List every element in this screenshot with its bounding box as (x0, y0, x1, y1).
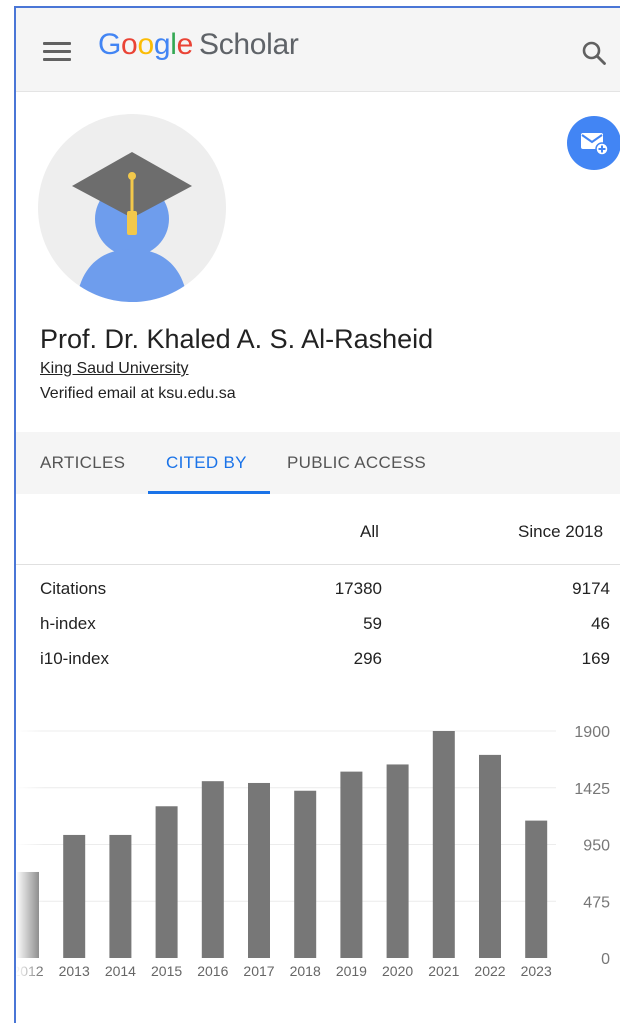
profile-tabs: ARTICLES CITED BY PUBLIC ACCESS (16, 432, 620, 494)
logo-letter: o (137, 28, 154, 61)
bar-2018[interactable] (294, 790, 317, 958)
search-icon[interactable] (581, 40, 607, 66)
affiliation-link[interactable]: King Saud University (40, 360, 189, 378)
citations-per-year-chart: 0475950142519002012201320142015201620172… (16, 708, 610, 998)
hamburger-menu-icon[interactable] (43, 42, 71, 62)
page-frame: Google Scholar Prof. Dr. Khaled A. S. Al-… (14, 6, 620, 1023)
citations-since: 9174 (572, 579, 610, 598)
logo-letter: o (121, 28, 138, 61)
bar-2023[interactable] (525, 820, 548, 958)
bar-2017[interactable] (248, 782, 270, 958)
x-tick-label: 2018 (290, 963, 321, 979)
i10-index-since: 169 (581, 649, 610, 668)
tab-public-access[interactable]: PUBLIC ACCESS (287, 453, 426, 473)
i10-index-all: 296 (353, 649, 382, 668)
x-tick-label: 2019 (336, 963, 367, 979)
bar-2016[interactable] (201, 781, 224, 958)
y-tick-label: 475 (583, 894, 610, 911)
row-label-h-index: h-index (40, 614, 96, 633)
logo-suffix: Scholar (198, 28, 299, 61)
y-tick-label: 950 (583, 838, 610, 855)
scroll-fade-overlay (16, 708, 44, 998)
table-divider (16, 564, 620, 565)
follow-button[interactable] (567, 116, 620, 170)
bar-2020[interactable] (386, 764, 409, 958)
verified-email: Verified email at ksu.edu.sa (40, 385, 236, 402)
bar-2015[interactable] (155, 806, 178, 958)
x-tick-label: 2016 (197, 963, 228, 979)
h-index-all: 59 (363, 614, 382, 633)
h-index-since: 46 (591, 614, 610, 633)
y-tick-label: 0 (601, 951, 610, 968)
graduate-avatar-icon (72, 152, 192, 302)
x-tick-label: 2023 (521, 963, 552, 979)
x-tick-label: 2020 (382, 963, 413, 979)
profile-name: Prof. Dr. Khaled A. S. Al-Rasheid (40, 324, 434, 354)
logo-letter: G (98, 28, 122, 61)
x-tick-label: 2017 (243, 963, 274, 979)
tab-cited-by[interactable]: CITED BY (166, 453, 247, 473)
y-tick-label: 1425 (574, 781, 610, 798)
bar-2021[interactable] (432, 731, 455, 958)
bar-2022[interactable] (479, 754, 501, 958)
app-header: Google Scholar (16, 8, 620, 92)
x-tick-label: 2022 (474, 963, 505, 979)
x-tick-label: 2021 (428, 963, 459, 979)
logo-letter: e (176, 28, 194, 61)
tab-articles[interactable]: ARTICLES (40, 453, 125, 473)
active-tab-indicator (148, 491, 270, 494)
row-label-citations: Citations (40, 579, 107, 598)
x-tick-label: 2014 (105, 963, 136, 979)
bar-2019[interactable] (340, 771, 363, 958)
column-header-all: All (360, 522, 379, 541)
x-tick-label: 2013 (59, 963, 90, 979)
google-scholar-logo[interactable]: Google Scholar (98, 28, 299, 62)
bar-2014[interactable] (109, 834, 132, 958)
logo-letter: g (153, 28, 171, 61)
bar-2013[interactable] (63, 834, 86, 958)
email-follow-icon (581, 133, 609, 156)
y-tick-label: 1900 (574, 724, 610, 741)
row-label-i10-index: i10-index (40, 649, 109, 668)
x-tick-label: 2015 (151, 963, 182, 979)
column-header-since: Since 2018 (518, 522, 604, 541)
avatar (38, 114, 226, 302)
citations-all: 17380 (334, 579, 382, 598)
